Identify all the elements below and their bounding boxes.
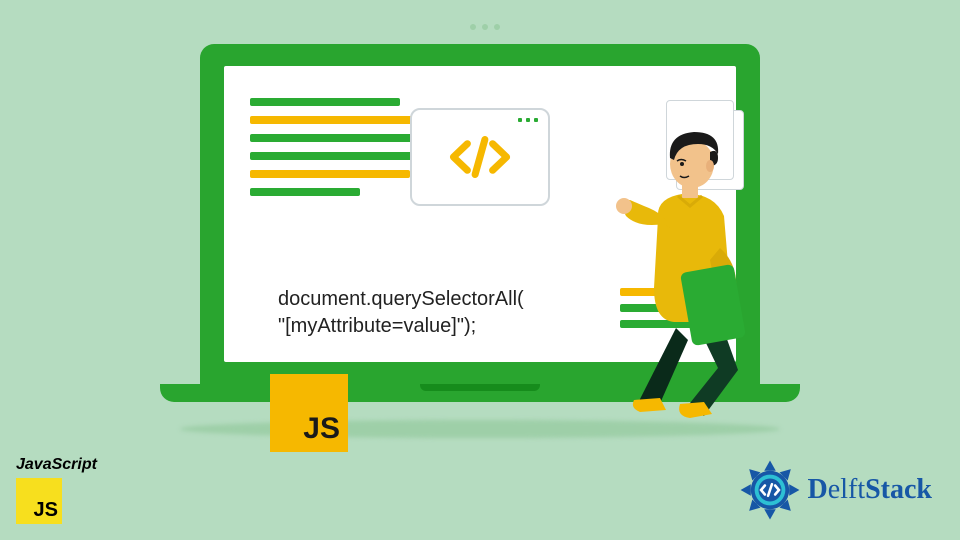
js-badge-large-text: JS [303, 412, 340, 446]
delftstack-text: DelftStack [808, 474, 932, 506]
bg-dots-top [470, 24, 500, 30]
brand-bold: D [808, 474, 828, 505]
delftstack-emblem-icon [738, 458, 802, 522]
brand-suffix: Stack [865, 474, 932, 505]
code-snippet: document.querySelectorAll( "[myAttribute… [278, 286, 524, 340]
code-tag-card [410, 108, 550, 206]
code-line-1: document.querySelectorAll( [278, 286, 524, 313]
js-badge-large: JS [270, 374, 348, 452]
card-dots [518, 118, 538, 122]
delftstack-logo: DelftStack [738, 458, 932, 522]
scene: document.querySelectorAll( "[myAttribute… [0, 0, 960, 540]
js-badge-small: JS [16, 478, 62, 524]
bottom-left-brand: JavaScript JS [16, 456, 97, 524]
js-badge-small-text: JS [34, 499, 58, 522]
brand-rest: elft [828, 474, 865, 505]
person-illustration [578, 108, 778, 418]
code-line-2: "[myAttribute=value]"); [278, 313, 524, 340]
javascript-label: JavaScript [16, 456, 97, 474]
code-tag-icon [445, 132, 515, 182]
